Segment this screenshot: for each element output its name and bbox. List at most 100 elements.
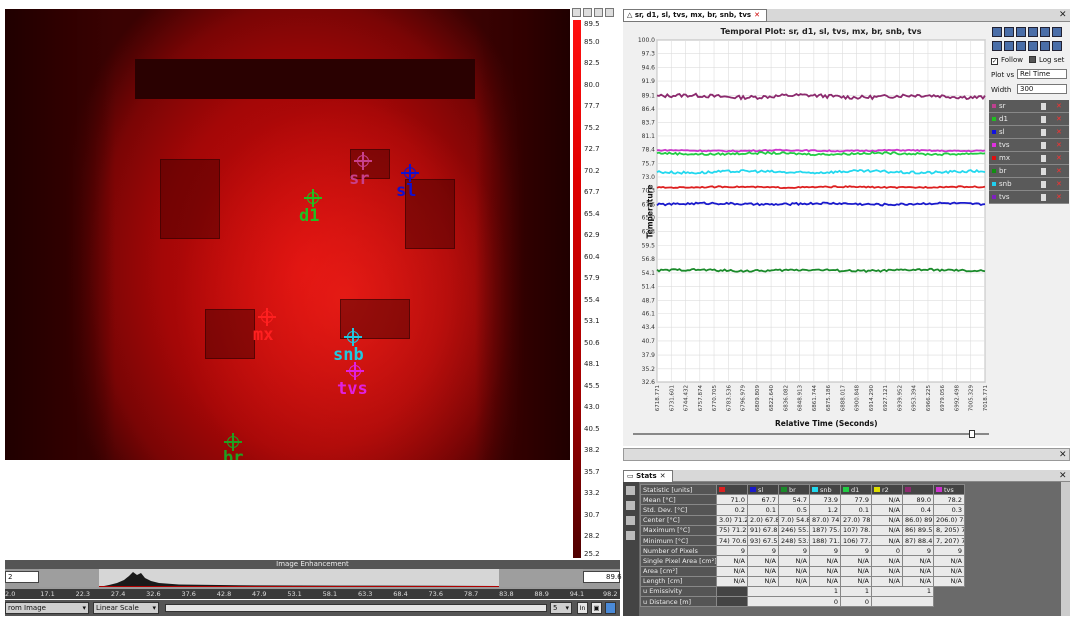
save-icon[interactable] — [1040, 41, 1050, 51]
stats-column-header[interactable] — [716, 483, 748, 496]
remove-icon[interactable]: ✕ — [1056, 126, 1062, 139]
series-color-swatch — [992, 117, 996, 121]
series-settings-icon[interactable] — [1041, 129, 1046, 136]
stats-cell: 0 — [871, 545, 903, 557]
panel-close-icon[interactable]: ✕ — [1059, 450, 1067, 460]
settings-icon[interactable] — [626, 531, 635, 540]
export-icon[interactable] — [626, 516, 635, 525]
width-input[interactable]: 300 — [1017, 84, 1067, 94]
thermal-image-view[interactable]: sr sl d1 mx snb tvs br — [5, 9, 570, 460]
series-item[interactable]: d1 ✕ — [989, 113, 1069, 126]
scale-type-select[interactable]: Linear Scale — [93, 602, 159, 614]
series-item[interactable]: tvs ✕ — [989, 139, 1069, 152]
info-icon[interactable] — [1016, 27, 1026, 37]
series-color-swatch — [992, 156, 996, 160]
histogram-plot[interactable] — [39, 569, 583, 587]
emissivity-field[interactable]: 1 — [871, 585, 934, 598]
zoom-out-icon[interactable] — [1004, 27, 1014, 37]
stats-scrollbar[interactable] — [1061, 482, 1070, 616]
histogram-min-field[interactable]: 2 — [5, 571, 39, 583]
histogram-tick-label: 17.1 — [40, 590, 55, 598]
color-scale-bar[interactable] — [573, 20, 581, 558]
blank-icon[interactable] — [1052, 41, 1062, 51]
temporal-plot-chart[interactable]: Temporal Plot: sr, d1, sl, tvs, mx, br, … — [623, 22, 989, 428]
emissivity-field[interactable]: 1 — [747, 585, 841, 598]
remove-icon[interactable]: ✕ — [1056, 152, 1062, 165]
series-item[interactable]: sl ✕ — [989, 126, 1069, 139]
panel-close-icon[interactable]: ✕ — [1059, 471, 1067, 481]
series-item[interactable]: tvs ✕ — [989, 191, 1069, 204]
logset-option[interactable]: Log set — [1029, 56, 1064, 64]
checkbox-checked-icon[interactable]: ✓ — [991, 58, 998, 65]
remove-icon[interactable]: ✕ — [1056, 139, 1062, 152]
in-button[interactable]: In — [577, 602, 588, 614]
reset-icon[interactable] — [605, 8, 614, 17]
stats-column-header[interactable]: tvs — [933, 483, 965, 496]
distance-field[interactable]: 0 — [747, 596, 841, 608]
pan-icon[interactable] — [1028, 27, 1038, 37]
palette-icon[interactable] — [572, 8, 581, 17]
series-settings-icon[interactable] — [1041, 155, 1046, 162]
stats-column-header[interactable] — [902, 483, 934, 496]
stats-cell: 0.3 — [933, 504, 965, 516]
histogram-max-field[interactable]: 89.6 — [583, 571, 622, 583]
series-settings-icon[interactable] — [1041, 168, 1046, 175]
y-tick-label: 78.4 — [642, 147, 656, 154]
series-item[interactable]: br ✕ — [989, 165, 1069, 178]
stats-column-header[interactable]: d1 — [840, 483, 872, 496]
apply-icon[interactable] — [605, 602, 616, 614]
plot-scrollbar[interactable] — [633, 430, 989, 438]
collapsed-panel-bar[interactable]: ✕ — [623, 448, 1070, 461]
print-icon[interactable] — [1028, 41, 1038, 51]
stats-column-header[interactable]: br — [778, 483, 810, 496]
zoom-in-icon[interactable] — [992, 27, 1002, 37]
tab-temporal-plot[interactable]: △ sr, d1, sl, tvs, mx, br, snb, tvs ✕ — [623, 9, 767, 22]
plot-vs-select[interactable]: Rel Time — [1017, 69, 1067, 79]
series-item[interactable]: mx ✕ — [989, 152, 1069, 165]
series-settings-icon[interactable] — [1041, 142, 1046, 149]
series-settings-icon[interactable] — [1041, 181, 1046, 188]
remove-icon[interactable]: ✕ — [1056, 100, 1062, 113]
stats-column-header[interactable]: sl — [747, 483, 779, 496]
stats-row-label: Number of Pixels — [640, 545, 717, 557]
stats-column-header[interactable]: snb — [809, 483, 841, 496]
emissivity-row: u Emissivity 1 1 1 — [640, 585, 965, 598]
follow-option[interactable]: ✓ Follow — [991, 56, 1023, 65]
lock-icon[interactable] — [594, 8, 603, 17]
emissivity-field[interactable]: 1 — [840, 585, 872, 598]
remove-icon[interactable]: ✕ — [1056, 191, 1062, 204]
series-settings-icon[interactable] — [1041, 116, 1046, 123]
y-tick-label: 46.1 — [642, 310, 656, 317]
lock-icon[interactable]: ▣ — [591, 602, 602, 614]
tool-icon[interactable] — [1004, 41, 1014, 51]
stats-cell: N/A — [933, 555, 965, 567]
move-icon[interactable] — [1052, 27, 1062, 37]
series-item[interactable]: sr ✕ — [989, 100, 1069, 113]
series-settings-icon[interactable] — [1041, 103, 1046, 110]
checkbox-icon[interactable] — [1029, 56, 1036, 63]
y-tick-label: 100.0 — [638, 37, 655, 44]
series-item[interactable]: snb ✕ — [989, 178, 1069, 191]
remove-icon[interactable]: ✕ — [1056, 165, 1062, 178]
scroll-thumb[interactable] — [969, 430, 975, 438]
close-icon[interactable]: ✕ — [754, 11, 760, 19]
step-select[interactable]: 5 — [550, 602, 572, 614]
distance-field[interactable]: 0 — [840, 596, 872, 608]
series-settings-icon[interactable] — [1041, 194, 1046, 201]
refresh-icon[interactable] — [626, 486, 635, 495]
range-source-select[interactable]: rom Image — [5, 602, 89, 614]
colorbar-tick-label: 77.7 — [584, 102, 600, 111]
distance-field[interactable] — [871, 596, 934, 608]
series-name: snb — [999, 180, 1012, 188]
remove-icon[interactable]: ✕ — [1056, 113, 1062, 126]
stats-column-header[interactable]: r2 — [871, 483, 903, 496]
enhancement-slider[interactable] — [165, 604, 547, 612]
save-icon[interactable] — [626, 501, 635, 510]
zoom-icon[interactable] — [583, 8, 592, 17]
export-icon[interactable] — [1040, 27, 1050, 37]
search-icon[interactable] — [1016, 41, 1026, 51]
select-icon[interactable] — [992, 41, 1002, 51]
panel-close-icon[interactable]: ✕ — [1059, 10, 1067, 20]
remove-icon[interactable]: ✕ — [1056, 178, 1062, 191]
close-icon[interactable]: ✕ — [660, 472, 666, 480]
